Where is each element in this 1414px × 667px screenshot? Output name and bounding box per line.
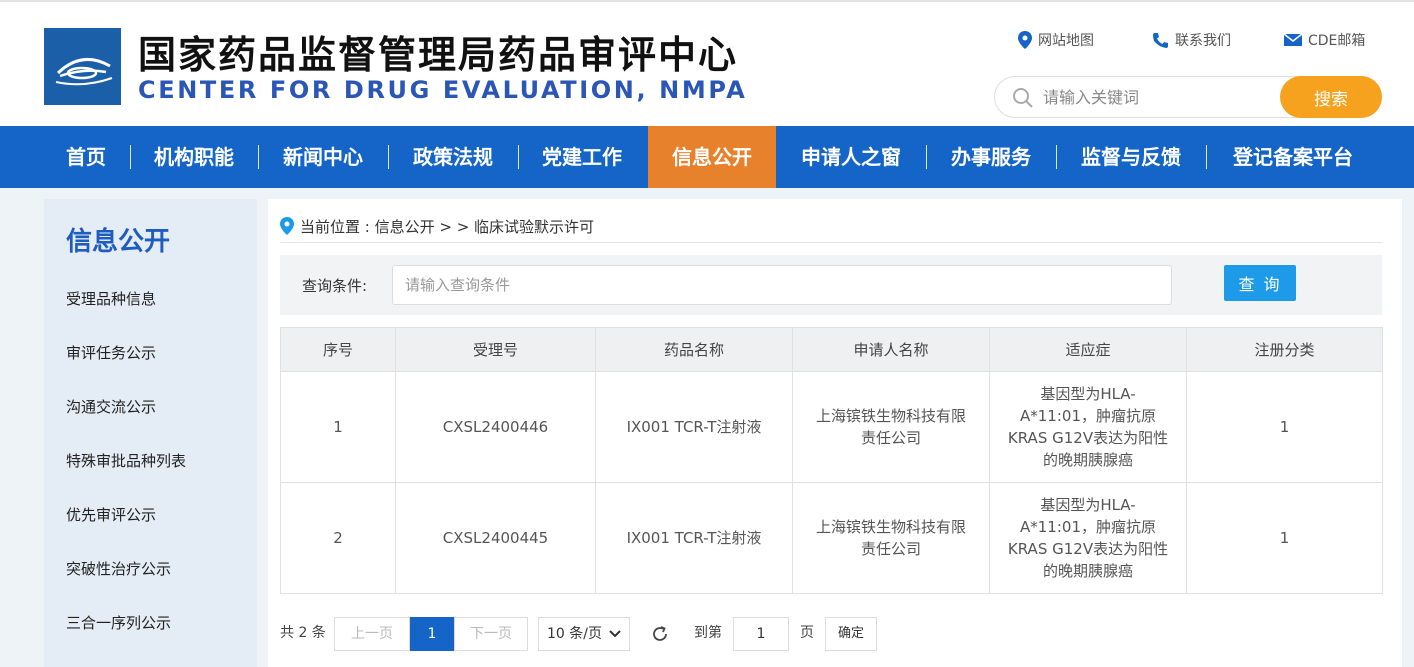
- confirm-button[interactable]: 确定: [825, 617, 877, 651]
- sidebar-item-three-in-one[interactable]: 三合一序列公示: [66, 612, 171, 633]
- cell-index: 1: [280, 371, 396, 483]
- next-page-button[interactable]: 下一页: [454, 617, 528, 651]
- sidebar-title: 信息公开: [66, 227, 171, 257]
- query-bar: 查询条件: 查 询: [280, 255, 1382, 315]
- nav-item-policy[interactable]: 政策法规: [398, 126, 508, 188]
- sidebar-item-priority-review[interactable]: 优先审评公示: [66, 504, 156, 525]
- site-header: 国家药品监督管理局药品审评中心 CENTER FOR DRUG EVALUATI…: [0, 2, 1414, 126]
- nav-item-feedback[interactable]: 监督与反馈: [1066, 126, 1196, 188]
- nav-divider: [1056, 145, 1057, 169]
- cell-indication: 基因型为HLA-A*11:01，肿瘤抗原KRAS G12V表达为阳性的晚期胰腺癌: [989, 482, 1187, 594]
- goto-page-input[interactable]: 1: [733, 617, 789, 651]
- column-header: 序号: [280, 327, 396, 372]
- mail-icon: [1284, 33, 1302, 46]
- goto-label: 到第: [694, 625, 722, 641]
- nav-item-home[interactable]: 首页: [52, 126, 120, 188]
- nav-item-applicant[interactable]: 申请人之窗: [786, 126, 916, 188]
- nav-divider: [130, 145, 131, 169]
- search-button[interactable]: 搜索: [1280, 76, 1382, 118]
- pagination: 共 2 条 上一页 1 下一页 10 条/页 到第 1 页 确定: [280, 617, 1382, 651]
- nav-divider: [388, 145, 389, 169]
- divider: [280, 242, 1382, 243]
- mail-link[interactable]: CDE邮箱: [1284, 30, 1365, 50]
- site-logo[interactable]: [44, 28, 121, 105]
- nav-divider: [258, 145, 259, 169]
- contact-label: 联系我们: [1175, 33, 1231, 49]
- location-pin-icon: [1018, 31, 1032, 49]
- site-title: 国家药品监督管理局药品审评中心: [138, 33, 739, 77]
- search-input[interactable]: [1043, 85, 1273, 109]
- query-button[interactable]: 查 询: [1224, 265, 1296, 301]
- site-subtitle: CENTER FOR DRUG EVALUATION, NMPA: [138, 76, 748, 104]
- sidebar-item-review-tasks[interactable]: 审评任务公示: [66, 342, 156, 363]
- sidebar-item-special-approval[interactable]: 特殊审批品种列表: [66, 450, 186, 471]
- header-search: 搜索: [994, 76, 1382, 118]
- sidebar-item-breakthrough[interactable]: 突破性治疗公示: [66, 558, 171, 579]
- current-page-button[interactable]: 1: [410, 617, 454, 651]
- page-size-value: 10 条/页: [547, 626, 602, 642]
- refresh-icon: [653, 626, 667, 641]
- contact-link[interactable]: 联系我们: [1152, 30, 1231, 50]
- nav-item-party[interactable]: 党建工作: [528, 126, 636, 188]
- results-table: 序号 受理号 药品名称 申请人名称 适应症 注册分类 1 CXSL2400446…: [280, 327, 1383, 594]
- cell-acceptance-no: CXSL2400446: [395, 371, 596, 483]
- main-content: 当前位置 : 信息公开 > > 临床试验默示许可 查询条件: 查 询 序号 受理…: [268, 199, 1402, 667]
- column-header: 药品名称: [595, 327, 793, 372]
- sidebar: 信息公开 受理品种信息 审评任务公示 沟通交流公示 特殊审批品种列表 优先审评公…: [44, 199, 257, 667]
- search-icon: [1013, 88, 1033, 108]
- cell-indication: 基因型为HLA-A*11:01，肿瘤抗原KRAS G12V表达为阳性的晚期胰腺癌: [989, 371, 1187, 483]
- nav-item-news[interactable]: 新闻中心: [268, 126, 378, 188]
- nav-divider: [926, 145, 927, 169]
- page-size-select[interactable]: 10 条/页: [538, 617, 630, 651]
- nav-divider: [1206, 145, 1207, 169]
- column-header: 注册分类: [1186, 327, 1383, 372]
- phone-icon: [1153, 32, 1168, 48]
- total-count: 共 2 条: [280, 625, 326, 641]
- refresh-button[interactable]: [650, 617, 674, 651]
- query-label: 查询条件:: [302, 277, 368, 295]
- sidebar-item-communication[interactable]: 沟通交流公示: [66, 396, 156, 417]
- cell-applicant: 上海镔铁生物科技有限责任公司: [792, 482, 990, 594]
- sidebar-item-accepted[interactable]: 受理品种信息: [66, 288, 156, 309]
- table-row: 2 CXSL2400445 IX001 TCR-T注射液 上海镔铁生物科技有限责…: [280, 482, 1383, 594]
- mail-label: CDE邮箱: [1308, 33, 1366, 49]
- main-nav: 首页 机构职能 新闻中心 政策法规 党建工作 信息公开 申请人之窗 办事服务 监…: [0, 126, 1414, 188]
- table-row: 1 CXSL2400446 IX001 TCR-T注射液 上海镔铁生物科技有限责…: [280, 371, 1383, 483]
- nav-divider: [518, 145, 519, 169]
- cell-registration-class: 1: [1186, 482, 1383, 594]
- nav-item-services[interactable]: 办事服务: [936, 126, 1046, 188]
- breadcrumb: 当前位置 : 信息公开 > > 临床试验默示许可: [280, 215, 594, 237]
- page-suffix: 页: [800, 625, 814, 641]
- cell-applicant: 上海镔铁生物科技有限责任公司: [792, 371, 990, 483]
- location-pin-icon: [280, 217, 294, 235]
- chevron-down-icon: [609, 630, 621, 638]
- query-input[interactable]: [392, 265, 1172, 305]
- breadcrumb-text: 当前位置 : 信息公开 > > 临床试验默示许可: [300, 217, 595, 236]
- cell-index: 2: [280, 482, 396, 594]
- cell-acceptance-no: CXSL2400445: [395, 482, 596, 594]
- column-header: 受理号: [395, 327, 596, 372]
- cell-registration-class: 1: [1186, 371, 1383, 483]
- column-header: 适应症: [989, 327, 1187, 372]
- table-header-row: 序号 受理号 药品名称 申请人名称 适应症 注册分类: [280, 327, 1383, 372]
- prev-page-button[interactable]: 上一页: [334, 617, 410, 651]
- sitemap-link[interactable]: 网站地图: [1018, 30, 1094, 50]
- cell-drug-name: IX001 TCR-T注射液: [595, 371, 793, 483]
- cell-drug-name: IX001 TCR-T注射液: [595, 482, 793, 594]
- nav-item-registration[interactable]: 登记备案平台: [1216, 126, 1370, 188]
- nav-item-functions[interactable]: 机构职能: [140, 126, 248, 188]
- column-header: 申请人名称: [792, 327, 990, 372]
- nav-item-info-disclosure[interactable]: 信息公开: [648, 126, 776, 188]
- sitemap-label: 网站地图: [1038, 33, 1094, 49]
